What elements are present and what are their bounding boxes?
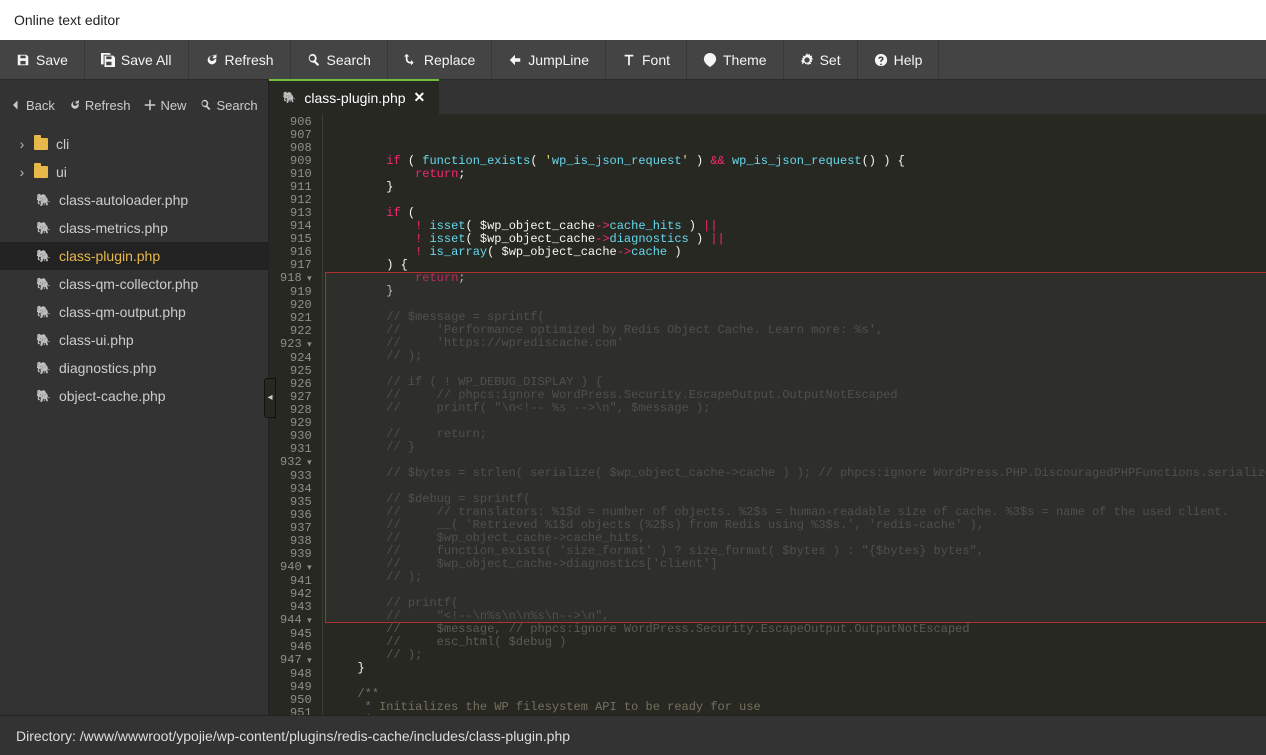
- sidebar-refresh-button[interactable]: Refresh: [69, 98, 131, 113]
- tree-file[interactable]: 🐘class-qm-output.php: [0, 298, 268, 326]
- jumpline-button[interactable]: JumpLine: [492, 40, 606, 79]
- refresh-label: Refresh: [225, 52, 274, 68]
- theme-label: Theme: [723, 52, 767, 68]
- help-button[interactable]: Help: [858, 40, 940, 79]
- tree-file[interactable]: 🐘diagnostics.php: [0, 354, 268, 382]
- save-label: Save: [36, 52, 68, 68]
- save-all-button[interactable]: Save All: [85, 40, 189, 79]
- tree-file[interactable]: 🐘class-ui.php: [0, 326, 268, 354]
- search-label: Search: [327, 52, 371, 68]
- folder-icon: [34, 138, 48, 150]
- tree-file[interactable]: 🐘class-plugin.php: [0, 242, 268, 270]
- chevron-right-icon: ›: [18, 136, 26, 152]
- editor-area: 🐘 class-plugin.php ✕ 9069079089099109119…: [269, 80, 1266, 715]
- set-label: Set: [820, 52, 841, 68]
- tree-file[interactable]: 🐘object-cache.php: [0, 382, 268, 410]
- tree-folder-cli[interactable]: ›cli: [0, 130, 268, 158]
- code-editor[interactable]: 906907908909910911912913914915916917918▾…: [269, 114, 1266, 715]
- php-file-icon: 🐘: [283, 91, 297, 104]
- set-button[interactable]: Set: [784, 40, 858, 79]
- file-tree: ›cli›ui🐘class-autoloader.php🐘class-metri…: [0, 130, 268, 715]
- jumpline-label: JumpLine: [528, 52, 589, 68]
- tree-folder-ui[interactable]: ›ui: [0, 158, 268, 186]
- theme-button[interactable]: Theme: [687, 40, 784, 79]
- php-file-icon: 🐘: [36, 277, 51, 291]
- php-file-icon: 🐘: [36, 249, 51, 263]
- php-file-icon: 🐘: [36, 333, 51, 347]
- sidebar-search-button[interactable]: Search: [200, 98, 257, 113]
- tree-file[interactable]: 🐘class-metrics.php: [0, 214, 268, 242]
- php-file-icon: 🐘: [36, 221, 51, 235]
- tab-close-icon[interactable]: ✕: [414, 89, 426, 106]
- save-all-label: Save All: [121, 52, 172, 68]
- sidebar-collapse-handle[interactable]: ◂: [264, 378, 276, 418]
- main-toolbar: Save Save All Refresh Search Replace Jum…: [0, 40, 1266, 80]
- status-bar: Directory: /www/wwwroot/ypojie/wp-conten…: [0, 715, 1266, 755]
- tree-file[interactable]: 🐘class-autoloader.php: [0, 186, 268, 214]
- tree-file[interactable]: 🐘class-qm-collector.php: [0, 270, 268, 298]
- replace-label: Replace: [424, 52, 475, 68]
- refresh-button[interactable]: Refresh: [189, 40, 291, 79]
- main-area: Back Refresh New Search ›cli›ui🐘class-au…: [0, 80, 1266, 715]
- tab-class-plugin[interactable]: 🐘 class-plugin.php ✕: [269, 79, 440, 114]
- help-label: Help: [894, 52, 923, 68]
- tab-label: class-plugin.php: [304, 90, 405, 106]
- php-file-icon: 🐘: [36, 193, 51, 207]
- window-title: Online text editor: [0, 0, 1266, 40]
- font-label: Font: [642, 52, 670, 68]
- php-file-icon: 🐘: [36, 305, 51, 319]
- chevron-right-icon: ›: [18, 164, 26, 180]
- font-button[interactable]: Font: [606, 40, 687, 79]
- line-gutter: 906907908909910911912913914915916917918▾…: [269, 114, 323, 715]
- code-content[interactable]: if ( function_exists( 'wp_is_json_reques…: [323, 114, 1266, 715]
- php-file-icon: 🐘: [36, 389, 51, 403]
- folder-icon: [34, 166, 48, 178]
- replace-button[interactable]: Replace: [388, 40, 492, 79]
- file-sidebar: Back Refresh New Search ›cli›ui🐘class-au…: [0, 80, 269, 715]
- editor-tabs: 🐘 class-plugin.php ✕: [269, 80, 1266, 114]
- status-text: Directory: /www/wwwroot/ypojie/wp-conten…: [16, 728, 570, 744]
- sidebar-tools: Back Refresh New Search: [0, 80, 268, 130]
- php-file-icon: 🐘: [36, 361, 51, 375]
- search-button[interactable]: Search: [291, 40, 388, 79]
- sidebar-back-button[interactable]: Back: [10, 98, 55, 113]
- sidebar-new-button[interactable]: New: [144, 98, 186, 113]
- save-button[interactable]: Save: [0, 40, 85, 79]
